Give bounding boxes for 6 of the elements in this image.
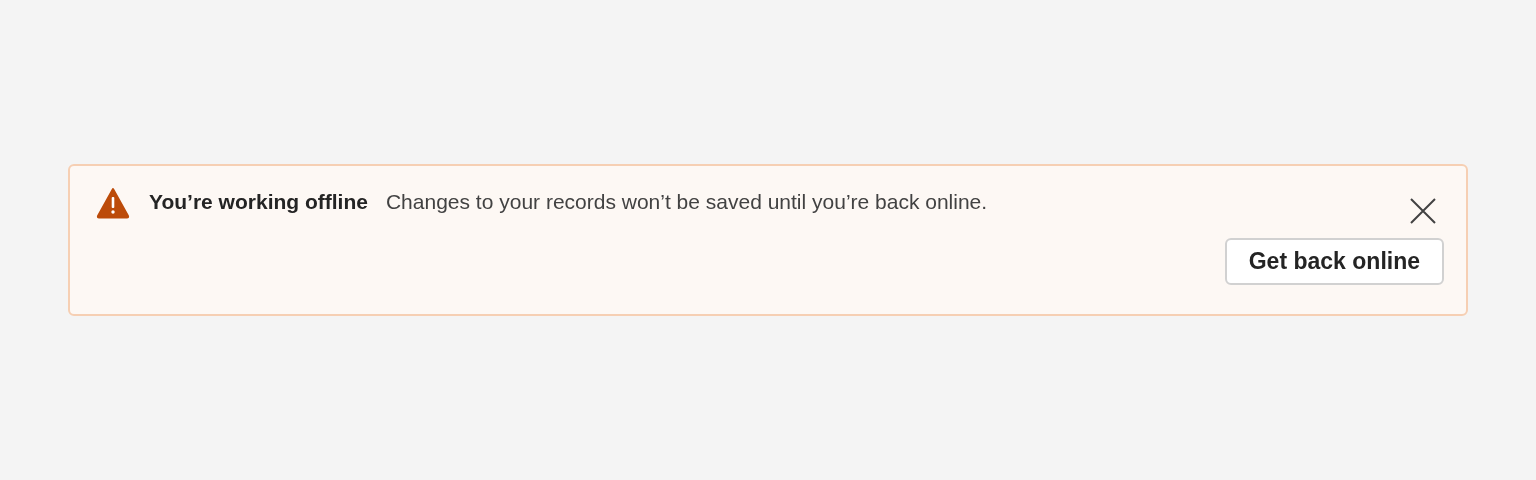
banner-title: You’re working offline [149, 189, 368, 215]
warning-icon [96, 187, 130, 219]
close-icon [1410, 198, 1436, 224]
close-button[interactable] [1408, 196, 1438, 226]
banner-message: Changes to your records won’t be saved until you’re back online. [385, 189, 988, 215]
get-back-online-button[interactable]: Get back online [1224, 238, 1444, 285]
